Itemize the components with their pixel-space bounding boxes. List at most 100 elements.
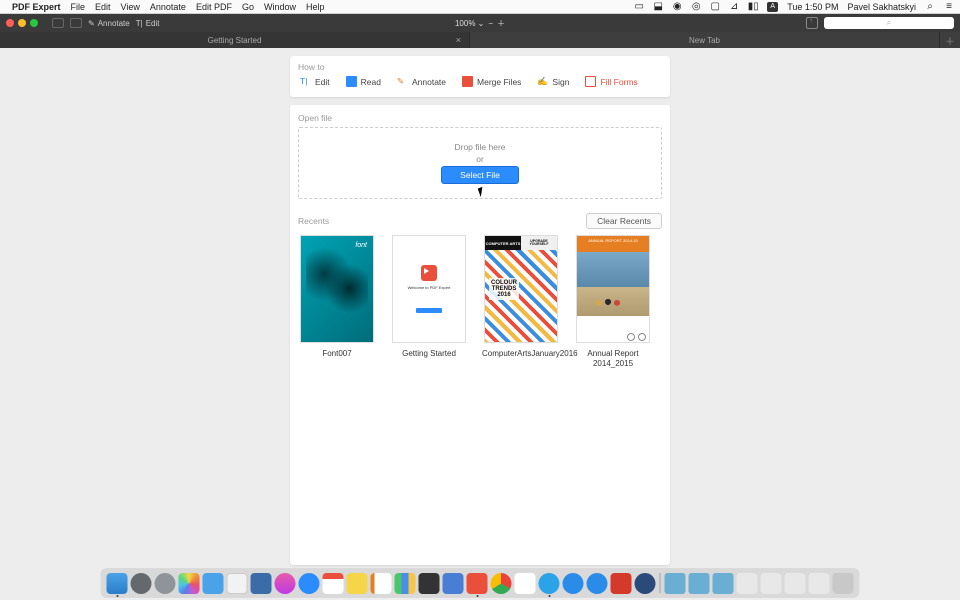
dock-automator-icon[interactable] (443, 573, 464, 594)
tab-new[interactable]: New Tab (470, 32, 940, 48)
dock-keynote-icon[interactable] (203, 573, 224, 594)
gs-button-graphic (416, 308, 442, 313)
main-card: Open file Drop file here or Select File … (290, 105, 670, 565)
dock-numbers-icon[interactable] (395, 573, 416, 594)
howto-annotate[interactable]: ✎ Annotate (397, 76, 446, 87)
dock-reminders-icon[interactable] (371, 573, 392, 594)
status-dropbox-icon[interactable]: ⬓ (653, 2, 663, 12)
text-cursor-icon: T| (136, 19, 143, 28)
dock-slack-icon[interactable] (515, 573, 536, 594)
drop-or: or (299, 154, 661, 164)
dock-activity-icon[interactable] (419, 573, 440, 594)
status-battery-icon[interactable]: ▮▯ (748, 2, 758, 12)
recent-doc-computerarts[interactable]: COMPUTER ARTSUPGRADE YOURSELF ComputerAr… (482, 235, 560, 368)
dock-settings-icon[interactable] (131, 573, 152, 594)
menu-help[interactable]: Help (306, 2, 325, 12)
menu-annotate[interactable]: Annotate (150, 2, 186, 12)
status-clock[interactable]: Tue 1:50 PM (787, 2, 838, 12)
recents-label: Recents (298, 216, 329, 226)
dock-folder-2-icon[interactable] (689, 573, 710, 594)
dock-pages-icon[interactable] (227, 573, 248, 594)
dock-stack-2-icon[interactable] (761, 573, 782, 594)
dock-safari-icon[interactable] (563, 573, 584, 594)
search-input[interactable]: ⌕ (824, 17, 954, 29)
tab-getting-started[interactable]: Getting Started × (0, 32, 470, 48)
recent-doc-annual-report[interactable]: ANNUAL REPORT 2014-15 Annual Report 2014… (574, 235, 652, 368)
menu-editpdf[interactable]: Edit PDF (196, 2, 232, 12)
dock-notes-icon[interactable] (347, 573, 368, 594)
dock-stack-4-icon[interactable] (809, 573, 830, 594)
fullscreen-window-button[interactable] (30, 19, 38, 27)
dock-trash-icon[interactable] (833, 573, 854, 594)
pencil-icon: ✎ (397, 76, 408, 87)
tab-bar: Getting Started × New Tab ＋ (0, 32, 960, 48)
gs-welcome-text: Welcome to PDF Expert (408, 285, 451, 290)
close-tab-icon[interactable]: × (456, 35, 461, 45)
dock-preview-icon[interactable] (251, 573, 272, 594)
menu-window[interactable]: Window (264, 2, 296, 12)
zoom-level[interactable]: 100% ⌄ (455, 19, 484, 28)
select-file-button[interactable]: Select File (441, 166, 519, 184)
sidebar-toggle-icon[interactable] (52, 18, 64, 28)
zoom-out-button[interactable]: − (488, 19, 493, 28)
doc-name: Annual Report 2014_2015 (574, 349, 652, 368)
doc-name: Font007 (298, 349, 376, 359)
minimize-window-button[interactable] (18, 19, 26, 27)
dock-appstore-icon[interactable] (299, 573, 320, 594)
howto-sign[interactable]: ✍ Sign (537, 76, 569, 87)
dock-photos-icon[interactable] (179, 573, 200, 594)
doc-name: Getting Started (390, 349, 468, 359)
recent-doc-font007[interactable]: Font007 (298, 235, 376, 368)
menu-view[interactable]: View (121, 2, 140, 12)
clear-recents-button[interactable]: Clear Recents (586, 213, 662, 229)
howto-card: How to T| Edit Read ✎ Annotate Merge Fil… (290, 56, 670, 97)
tab-label: Getting Started (208, 36, 262, 45)
dock-stack-1-icon[interactable] (737, 573, 758, 594)
howto-read[interactable]: Read (346, 76, 381, 87)
status-airplay-icon[interactable]: ▢ (710, 2, 720, 12)
ar-footer (577, 316, 649, 343)
dock-itunes-icon[interactable] (275, 573, 296, 594)
doc-thumbnail: Welcome to PDF Expert (392, 235, 466, 343)
app-name[interactable]: PDF Expert (12, 2, 61, 12)
dock-stack-3-icon[interactable] (785, 573, 806, 594)
ca-mast-left: COMPUTER ARTS (485, 236, 521, 250)
dock-launchpad-icon[interactable] (155, 573, 176, 594)
app-toolbar: ✎ Annotate T| Edit 100% ⌄ − ＋ ⌕ (0, 14, 960, 32)
menu-edit[interactable]: Edit (95, 2, 111, 12)
spotlight-icon[interactable]: ⌕ (925, 2, 935, 12)
dock-finder-icon[interactable] (107, 573, 128, 594)
menu-file[interactable]: File (71, 2, 86, 12)
close-window-button[interactable] (6, 19, 14, 27)
annotate-mode-button[interactable]: ✎ Annotate (88, 19, 130, 28)
menu-go[interactable]: Go (242, 2, 254, 12)
share-icon[interactable] (806, 17, 818, 29)
status-sync-icon[interactable]: ◉ (672, 2, 682, 12)
recent-doc-getting-started[interactable]: Welcome to PDF Expert Getting Started (390, 235, 468, 368)
drop-zone[interactable]: Drop file here or Select File (298, 127, 662, 199)
status-wifi-icon[interactable]: ⊿ (729, 2, 739, 12)
pdfexpert-logo-icon (421, 265, 437, 281)
howto-edit[interactable]: T| Edit (300, 76, 330, 87)
dock-nav-icon[interactable] (587, 573, 608, 594)
dock-pdf2-icon[interactable] (611, 573, 632, 594)
dock-folder-1-icon[interactable] (665, 573, 686, 594)
howto-merge[interactable]: Merge Files (462, 76, 521, 87)
zoom-in-button[interactable]: ＋ (497, 18, 505, 29)
howto-fillforms[interactable]: Fill Forms (585, 76, 637, 87)
thumbnails-icon[interactable] (70, 18, 82, 28)
dock-chrome-icon[interactable] (491, 573, 512, 594)
dock-calendar-icon[interactable] (323, 573, 344, 594)
menu-list-icon[interactable]: ≡ (944, 2, 954, 12)
status-screen-icon[interactable]: ▭ (634, 2, 644, 12)
dock-app-icon[interactable] (635, 573, 656, 594)
status-lang-icon[interactable]: A (767, 2, 778, 12)
status-record-icon[interactable]: ◎ (691, 2, 701, 12)
add-tab-button[interactable]: ＋ (940, 32, 960, 48)
dock-pdfexpert-icon[interactable] (467, 573, 488, 594)
dock-skype-icon[interactable] (539, 573, 560, 594)
dock-folder-3-icon[interactable] (713, 573, 734, 594)
status-user[interactable]: Pavel Sakhatskyi (847, 2, 916, 12)
edit-mode-button[interactable]: T| Edit (136, 19, 160, 28)
signature-icon: ✍ (537, 76, 548, 87)
